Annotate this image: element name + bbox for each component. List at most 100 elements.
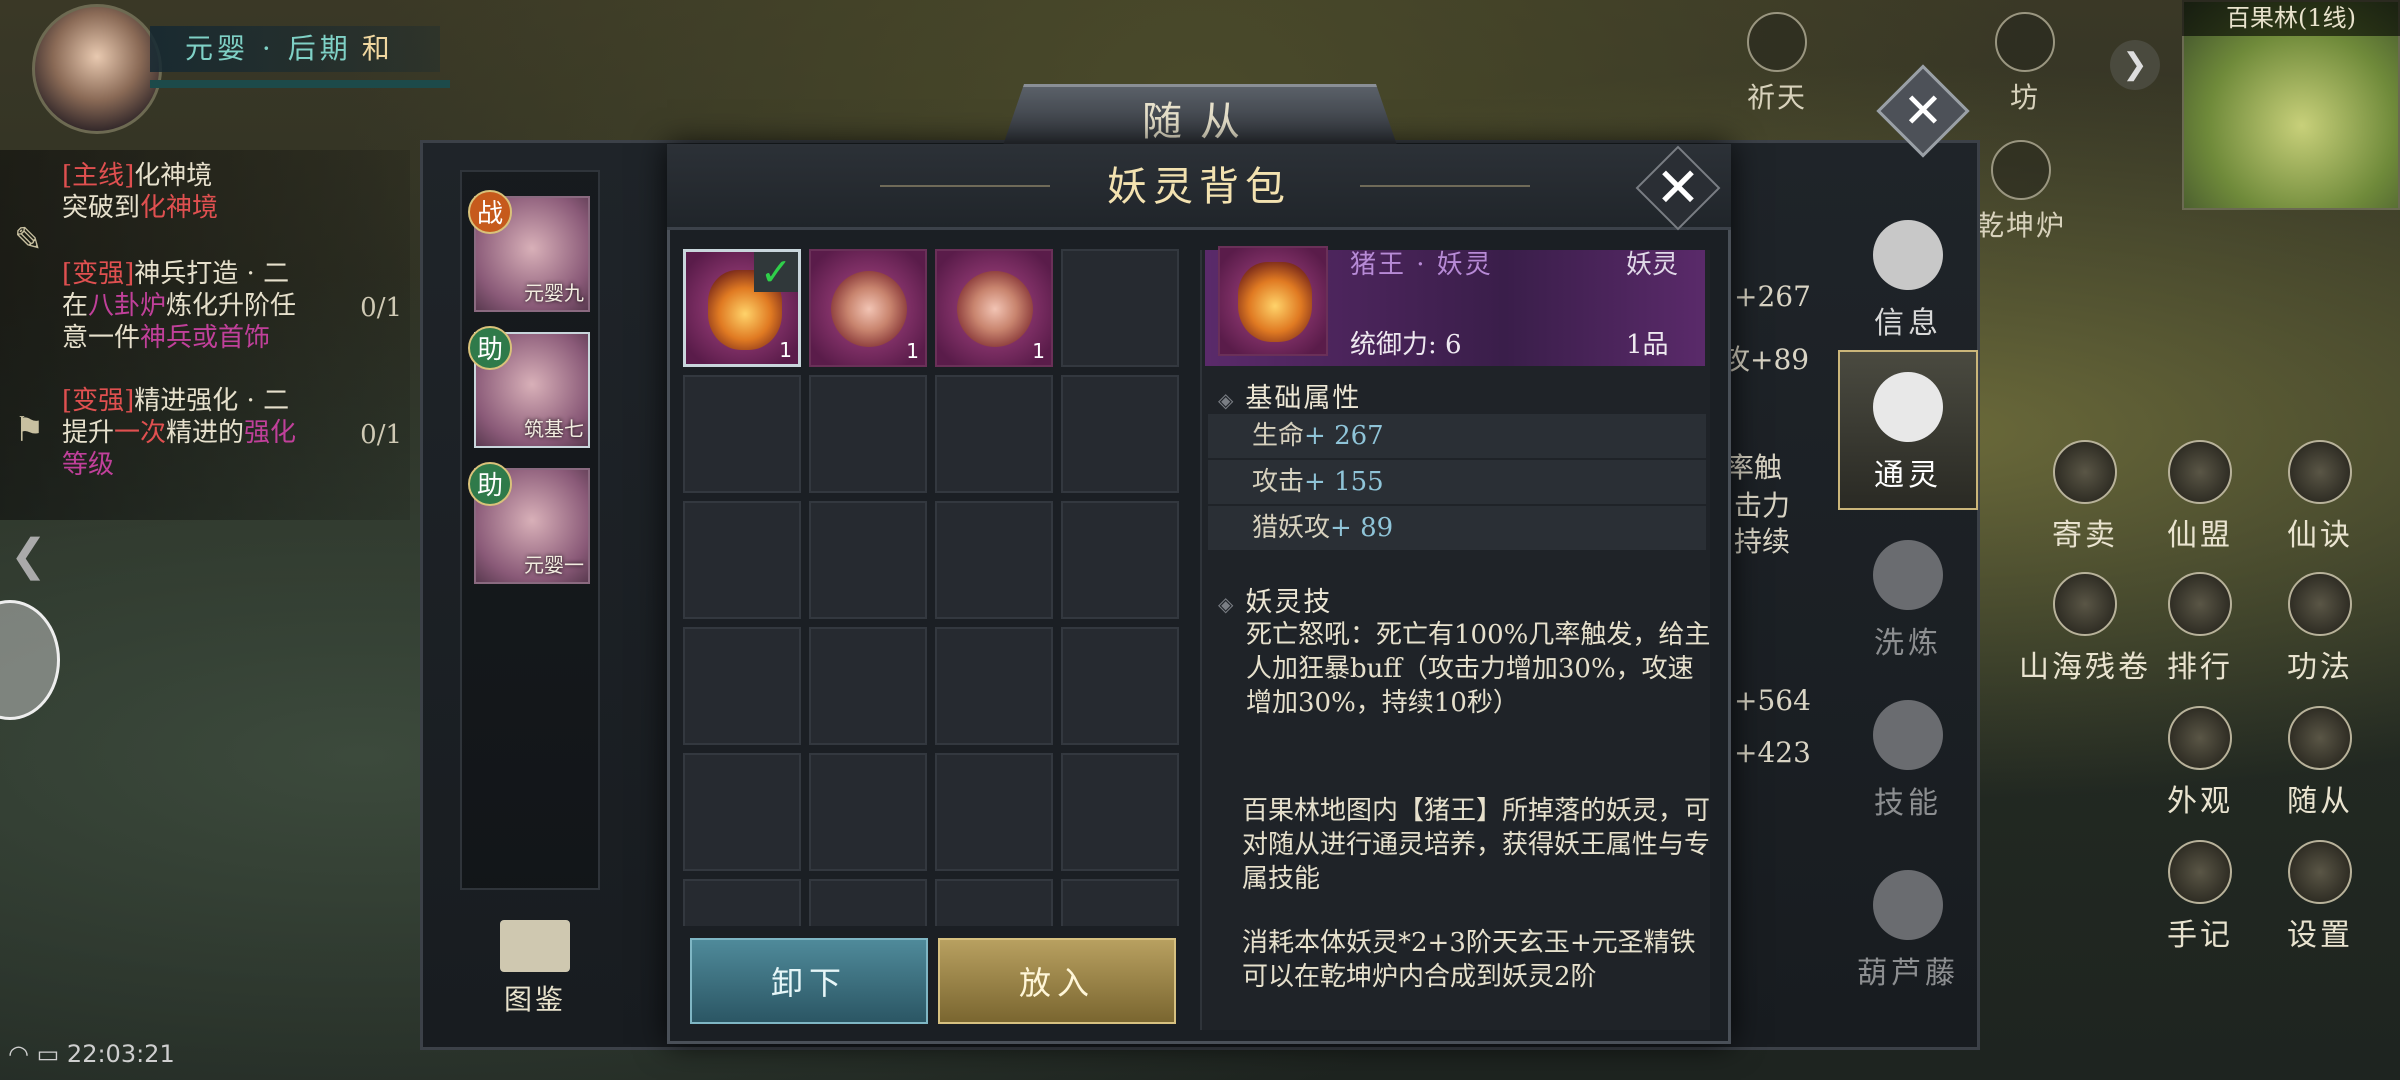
companion-slot[interactable]: 战 元婴九 xyxy=(468,190,590,312)
expand-arrow-icon[interactable]: ❯ xyxy=(2110,40,2160,90)
quest-desc-highlight: 强化 xyxy=(244,418,297,448)
workshop-icon xyxy=(1995,12,2055,72)
quest-item-main[interactable]: [主线]化神境 突破到化神境 xyxy=(62,160,402,224)
menu-label: 排行 xyxy=(2167,650,2233,685)
companion-slot[interactable]: 助 元婴一 xyxy=(468,462,590,584)
scroll-icon xyxy=(2053,572,2117,636)
spirit-grid[interactable]: ✓ 1 1 1 xyxy=(680,246,1186,926)
skill-icon xyxy=(1873,700,1943,770)
quest-item-refine[interactable]: [变强]精进强化 · 二 提升一次精进的强化 等级 0/1 xyxy=(62,385,402,481)
tab-info[interactable]: 信息 xyxy=(1838,200,1978,360)
attr-row: 攻击+ 155 xyxy=(1208,460,1706,504)
tab-label: 通灵 xyxy=(1874,458,1942,493)
unload-button[interactable]: 卸下 xyxy=(690,938,928,1024)
quest-tag: [变强] xyxy=(62,259,135,289)
assist-badge: 助 xyxy=(468,326,512,370)
empty-slot[interactable] xyxy=(1061,249,1179,367)
stat-peek: +267 xyxy=(1734,280,1811,313)
tab-label: 葫芦藤 xyxy=(1857,956,1959,991)
quest-title: 神兵打造 · 二 xyxy=(134,259,290,289)
menu-label: 仙盟 xyxy=(2167,518,2233,553)
realm-tag: 和 xyxy=(361,32,394,65)
stat-peek: 攻+89 xyxy=(1722,343,1810,376)
empty-slot[interactable] xyxy=(935,501,1053,619)
empty-slot[interactable] xyxy=(935,627,1053,745)
check-icon: ✓ xyxy=(754,252,798,292)
furnace-button[interactable]: 乾坤炉 xyxy=(1976,140,2066,244)
quest-title: 化神境 xyxy=(134,161,213,191)
prayer-button[interactable]: 祈天 xyxy=(1732,12,1822,116)
spirit-bag-title: 妖灵背包 xyxy=(1107,164,1291,210)
flag-icon[interactable]: ⚑ xyxy=(14,410,54,450)
ranking-icon xyxy=(2168,572,2232,636)
tab-skill[interactable]: 技能 xyxy=(1838,680,1978,840)
empty-slot[interactable] xyxy=(1061,501,1179,619)
spirit-slot[interactable]: 1 xyxy=(809,249,927,367)
empty-slot[interactable] xyxy=(683,375,801,493)
quest-desc-highlight: 神兵或首饰 xyxy=(140,323,271,353)
tab-gourd[interactable]: 葫芦藤 xyxy=(1838,850,1978,1010)
empty-slot[interactable] xyxy=(683,501,801,619)
menu-notes[interactable]: 手记 xyxy=(2145,840,2255,954)
empty-slot[interactable] xyxy=(683,627,801,745)
wifi-icon: ◠ xyxy=(8,1040,29,1068)
codex-button[interactable]: 图鉴 xyxy=(490,920,580,1018)
quest-toggle-icon[interactable]: ✎ xyxy=(14,220,54,260)
stat-peek: +564 xyxy=(1734,684,1811,717)
item-card-icon xyxy=(1218,246,1328,356)
player-avatar[interactable] xyxy=(32,4,162,134)
put-in-button[interactable]: 放入 xyxy=(938,938,1176,1024)
tab-spirit[interactable]: 通灵 xyxy=(1838,350,1978,510)
empty-slot[interactable] xyxy=(1061,627,1179,745)
companion-slot[interactable]: 助 筑基七 xyxy=(468,326,590,448)
menu-technique[interactable]: 功法 xyxy=(2265,572,2375,686)
quest-desc: 意一件 xyxy=(62,323,141,353)
empty-slot[interactable] xyxy=(935,375,1053,493)
collapse-arrow-icon[interactable]: ❮ xyxy=(10,530,47,581)
empty-slot[interactable] xyxy=(809,501,927,619)
attr-row: 猎妖攻+ 89 xyxy=(1208,506,1706,550)
menu-scripture[interactable]: 仙诀 xyxy=(2265,440,2375,554)
gear-icon xyxy=(2288,840,2352,904)
tab-refine[interactable]: 洗炼 xyxy=(1838,520,1978,680)
menu-alliance[interactable]: 仙盟 xyxy=(2145,440,2255,554)
menu-appearance[interactable]: 外观 xyxy=(2145,706,2255,820)
menu-label: 山海残卷 xyxy=(2019,650,2151,685)
menu-label: 寄卖 xyxy=(2052,518,2118,553)
info-icon xyxy=(1873,220,1943,290)
quest-desc-highlight: 一次 xyxy=(114,418,167,448)
empty-slot[interactable] xyxy=(809,753,927,871)
empty-slot[interactable] xyxy=(683,753,801,871)
quest-desc: 提升 xyxy=(62,418,115,448)
realm-indicator[interactable]: 元婴 · 后期和 xyxy=(150,26,440,72)
menu-consign[interactable]: 寄卖 xyxy=(2030,440,2140,554)
spirit-slot[interactable]: ✓ 1 xyxy=(683,249,801,367)
item-count: 1 xyxy=(779,338,792,362)
codex-label: 图鉴 xyxy=(503,983,566,1016)
menu-follower[interactable]: 随从 xyxy=(2265,706,2375,820)
empty-slot[interactable] xyxy=(809,879,927,926)
quest-desc: 在 xyxy=(62,291,89,321)
menu-scroll[interactable]: 山海残卷 xyxy=(2010,572,2160,686)
empty-slot[interactable] xyxy=(809,627,927,745)
map-label: 百果林(1线) xyxy=(2182,0,2400,36)
companion-name: 元婴九 xyxy=(524,281,584,305)
workshop-button[interactable]: 坊 xyxy=(1980,12,2070,116)
quest-desc: 炼化升阶任 xyxy=(166,291,297,321)
empty-slot[interactable] xyxy=(809,375,927,493)
menu-label: 功法 xyxy=(2287,650,2353,685)
spirit-item-icon xyxy=(957,271,1033,347)
menu-ranking[interactable]: 排行 xyxy=(2145,572,2255,686)
empty-slot[interactable] xyxy=(935,879,1053,926)
menu-settings[interactable]: 设置 xyxy=(2265,840,2375,954)
empty-slot[interactable] xyxy=(683,879,801,926)
quest-desc-highlight: 八卦炉 xyxy=(88,291,167,321)
book-icon xyxy=(500,920,570,972)
empty-slot[interactable] xyxy=(935,753,1053,871)
empty-slot[interactable] xyxy=(1061,879,1179,926)
quest-desc: 突破到 xyxy=(62,193,141,223)
quest-item-forge[interactable]: [变强]神兵打造 · 二 在八卦炉炼化升阶任 意一件神兵或首饰 0/1 xyxy=(62,258,402,354)
empty-slot[interactable] xyxy=(1061,375,1179,493)
empty-slot[interactable] xyxy=(1061,753,1179,871)
spirit-slot[interactable]: 1 xyxy=(935,249,1053,367)
